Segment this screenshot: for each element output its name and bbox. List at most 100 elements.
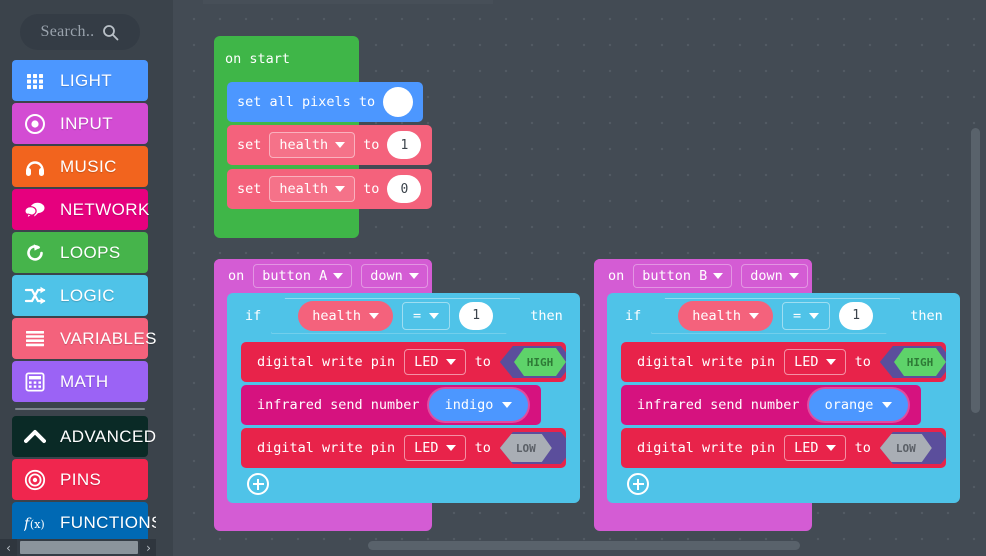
sidebar-item-network[interactable]: NETWORK xyxy=(12,189,149,230)
digital-value-slot[interactable]: LOW xyxy=(499,432,566,464)
on-prefix-label: on xyxy=(608,268,625,284)
number-input[interactable]: 1 xyxy=(839,302,873,330)
sidebar-item-functions[interactable]: f (x) FUNCTIONS xyxy=(12,502,156,543)
scroll-right-arrow-icon[interactable]: › xyxy=(140,539,156,556)
refresh-arrow-icon xyxy=(24,242,46,264)
digital-value-low[interactable]: LOW xyxy=(499,434,552,462)
if-header: if health = 1 then xyxy=(607,293,960,338)
variable-dropdown[interactable]: health xyxy=(298,301,393,331)
color-number-dropdown[interactable]: indigo xyxy=(428,389,529,421)
digital-value-high[interactable]: HIGH xyxy=(514,348,566,376)
block-digital-write-pin[interactable]: digital write pin LED to LOW xyxy=(241,428,566,468)
sidebar-item-logic[interactable]: LOGIC xyxy=(12,275,148,316)
sidebar-item-label: INPUT xyxy=(60,113,113,133)
comparison-block[interactable]: health = 1 xyxy=(271,298,520,334)
plus-icon[interactable] xyxy=(627,473,649,495)
scroll-left-arrow-icon[interactable]: ‹ xyxy=(0,539,17,556)
digital-value-slot[interactable]: HIGH xyxy=(499,346,566,378)
sidebar-item-loops[interactable]: LOOPS xyxy=(12,232,148,273)
lines-icon xyxy=(24,328,46,350)
block-infrared-send-number[interactable]: infrared send number orange xyxy=(621,385,921,425)
digital-write-label: digital write pin xyxy=(637,440,776,456)
block-set-variable[interactable]: set health to 1 xyxy=(227,125,432,165)
chevron-down-icon xyxy=(369,313,379,319)
number-input[interactable]: 1 xyxy=(387,131,422,159)
chevron-down-icon xyxy=(713,273,724,279)
sidebar-item-math[interactable]: MATH xyxy=(12,361,148,402)
toolbox-divider xyxy=(15,408,145,410)
variable-dropdown[interactable]: health xyxy=(269,132,356,158)
pin-dropdown[interactable]: LED xyxy=(784,435,846,461)
pin-dropdown[interactable]: LED xyxy=(404,349,466,375)
comparison-block[interactable]: health = 1 xyxy=(651,298,900,334)
canvas-vertical-scrollbar-thumb[interactable] xyxy=(971,128,980,413)
block-infrared-send-number[interactable]: infrared send number indigo xyxy=(241,385,541,425)
shuffle-icon xyxy=(24,285,46,307)
block-canvas[interactable]: on start set all pixels to set health to… xyxy=(173,0,986,556)
color-swatch[interactable] xyxy=(383,87,413,117)
variable-dropdown[interactable]: health xyxy=(269,176,356,202)
chevron-up-icon xyxy=(24,426,46,448)
block-if-then[interactable]: if health = 1 then digital write pin LED… xyxy=(607,293,960,503)
then-label: then xyxy=(530,307,563,324)
block-digital-write-pin[interactable]: digital write pin LED to HIGH xyxy=(621,342,946,382)
sidebar-item-label: LIGHT xyxy=(60,70,113,90)
pin-value: LED xyxy=(414,440,439,456)
button-dropdown[interactable]: button A xyxy=(253,264,353,288)
set-to-label: to xyxy=(363,137,380,153)
block-digital-write-pin[interactable]: digital write pin LED to HIGH xyxy=(241,342,566,382)
event-dropdown[interactable]: down xyxy=(741,264,808,288)
block-if-then[interactable]: if health = 1 then digital write pin LED… xyxy=(227,293,580,503)
event-value: down xyxy=(750,268,783,284)
color-number-dropdown[interactable]: orange xyxy=(808,389,909,421)
color-number-value: indigo xyxy=(444,397,494,413)
sidebar-item-pins[interactable]: PINS xyxy=(12,459,148,500)
sidebar-item-variables[interactable]: VARIABLES xyxy=(12,318,156,359)
search-input[interactable]: Search.. xyxy=(20,14,140,50)
chevron-down-icon xyxy=(333,273,344,279)
pin-dropdown[interactable]: LED xyxy=(784,349,846,375)
digital-value-slot[interactable]: LOW xyxy=(879,432,946,464)
on-start-label: on start xyxy=(225,51,291,67)
sidebar-item-music[interactable]: MUSIC xyxy=(12,146,148,187)
number-input[interactable]: 1 xyxy=(459,302,493,330)
number-input[interactable]: 0 xyxy=(387,175,422,203)
digital-write-label: digital write pin xyxy=(637,354,776,370)
sidebar-item-input[interactable]: INPUT xyxy=(12,103,148,144)
operator-value: = xyxy=(413,307,422,324)
canvas-horizontal-scrollbar-thumb[interactable] xyxy=(368,541,800,550)
set-all-pixels-label: set all pixels to xyxy=(237,94,376,110)
event-dropdown[interactable]: down xyxy=(361,264,428,288)
operator-value: = xyxy=(793,307,802,324)
operator-dropdown[interactable]: = xyxy=(782,302,830,330)
plus-icon[interactable] xyxy=(247,473,269,495)
on-button-header[interactable]: on button B down xyxy=(594,259,812,293)
block-digital-write-pin[interactable]: digital write pin LED to LOW xyxy=(621,428,946,468)
chevron-down-icon xyxy=(502,402,513,408)
to-label: to xyxy=(474,440,491,456)
block-set-variable[interactable]: set health to 0 xyxy=(227,169,432,209)
sidebar-item-label: PINS xyxy=(60,469,102,489)
category-list: LIGHT INPUT MUSIC NETWORK LOOPS LOGIC VA… xyxy=(12,60,156,545)
block-set-all-pixels[interactable]: set all pixels to xyxy=(227,82,423,122)
variable-dropdown[interactable]: health xyxy=(678,301,773,331)
sidebar-item-label: MUSIC xyxy=(60,156,117,176)
sidebar-item-light[interactable]: LIGHT xyxy=(12,60,148,101)
on-button-header[interactable]: on button A down xyxy=(214,259,432,293)
if-label: if xyxy=(245,307,262,324)
digital-value-high[interactable]: HIGH xyxy=(894,348,946,376)
operator-dropdown[interactable]: = xyxy=(402,302,450,330)
variable-name: health xyxy=(312,307,362,324)
pin-dropdown[interactable]: LED xyxy=(404,435,466,461)
digital-value-slot[interactable]: HIGH xyxy=(879,346,946,378)
sidebar-item-label: MATH xyxy=(60,371,109,391)
digital-value-low[interactable]: LOW xyxy=(879,434,932,462)
sidebar-item-advanced[interactable]: ADVANCED xyxy=(12,416,156,457)
infrared-send-label: infrared send number xyxy=(257,397,420,413)
calculator-icon xyxy=(24,371,46,393)
headphones-icon xyxy=(24,156,46,178)
pin-value: LED xyxy=(794,354,819,370)
toolbox-horizontal-scrollbar-thumb[interactable] xyxy=(20,541,138,554)
chevron-down-icon xyxy=(788,273,799,279)
button-dropdown[interactable]: button B xyxy=(633,264,733,288)
